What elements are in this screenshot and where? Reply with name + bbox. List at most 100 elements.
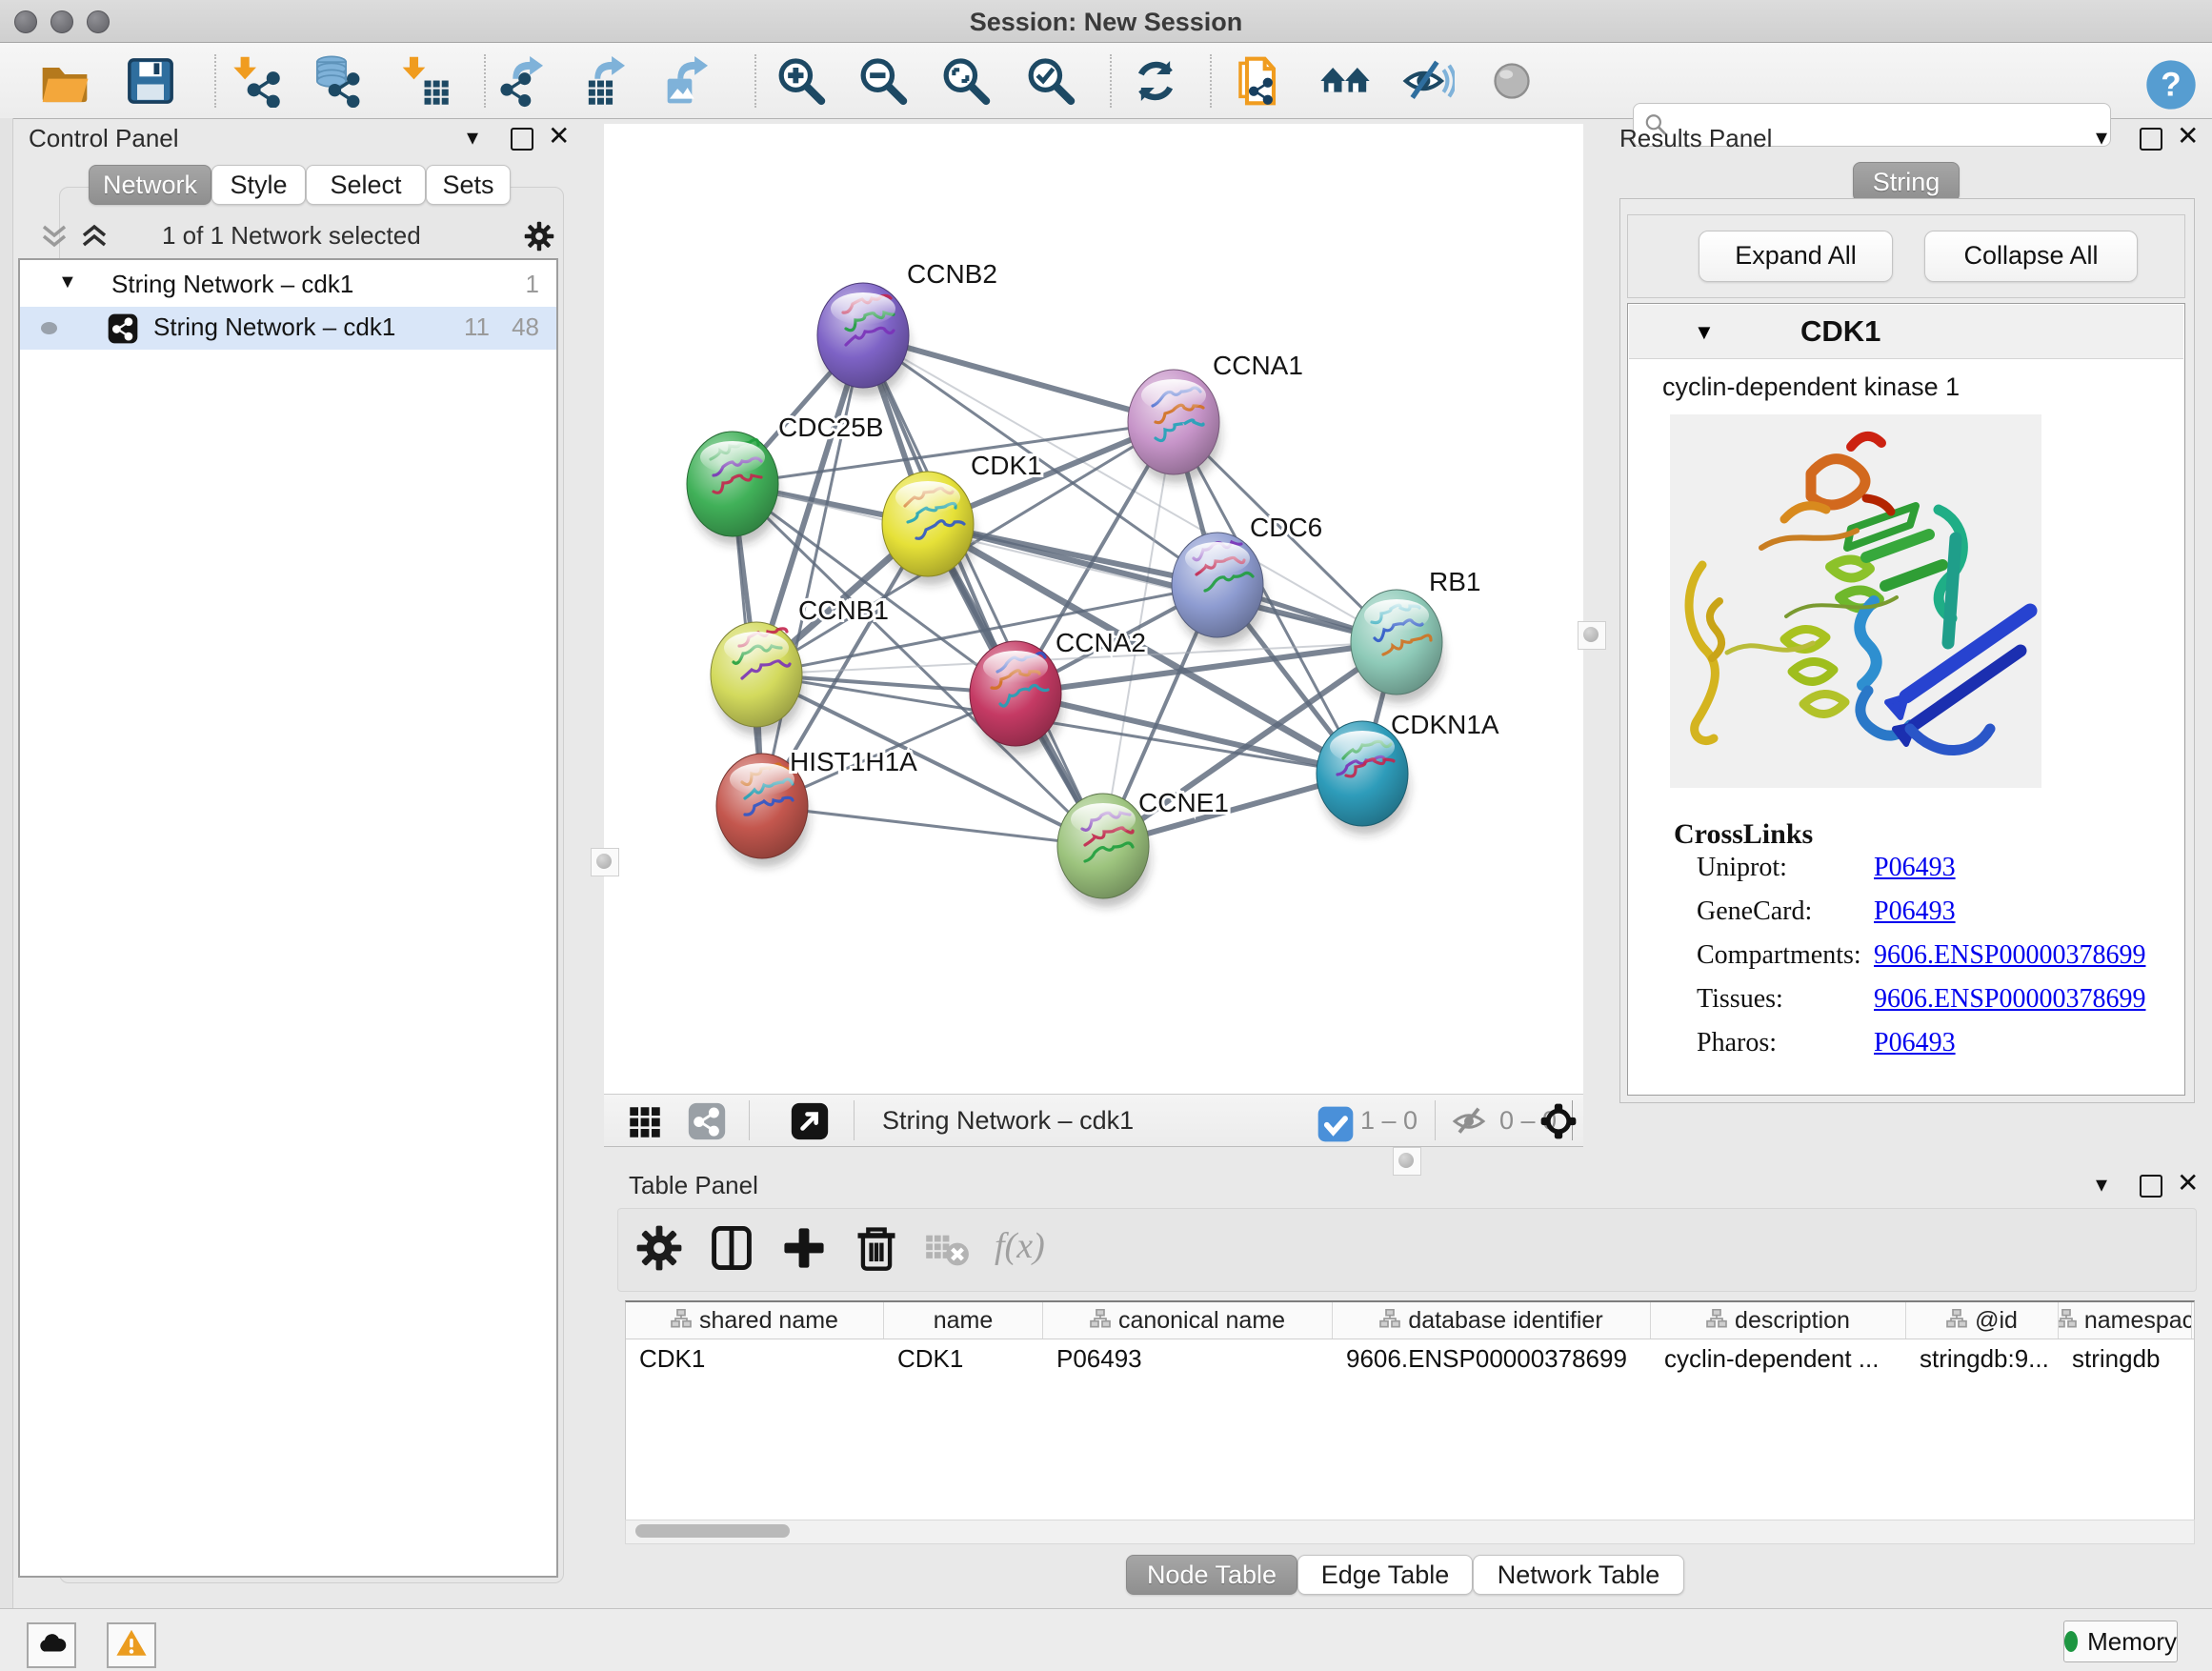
node-label-CDC25B: CDC25B [778, 413, 883, 442]
results-panel-maximize-icon[interactable] [2140, 128, 2162, 151]
network-node-CCNB1[interactable]: CCNB1 [711, 595, 889, 735]
left-splitter-handle[interactable] [591, 848, 619, 876]
detach-view-icon[interactable] [791, 1102, 829, 1140]
column-header-shared-name[interactable]: shared name [626, 1302, 884, 1339]
network-node-RB1[interactable]: RB1 [1351, 567, 1480, 703]
column-header-database-identifier[interactable]: database identifier [1333, 1302, 1651, 1339]
help-icon[interactable]: ? [2144, 58, 2198, 111]
network-collection-row[interactable]: ▼ String Network – cdk1 1 [20, 264, 556, 307]
tab-style[interactable]: Style [211, 165, 306, 205]
collapse-all-networks-icon[interactable] [38, 223, 70, 256]
table-horizontal-scrollbar[interactable] [625, 1520, 2195, 1544]
string-query-icon[interactable] [1234, 54, 1287, 108]
homes-icon[interactable] [1318, 54, 1372, 108]
column-header-namespac[interactable]: namespac [2059, 1302, 2192, 1339]
import-network-from-database-icon[interactable] [312, 54, 365, 108]
table-panel-maximize-icon[interactable] [2140, 1175, 2162, 1198]
column-header-description[interactable]: description [1651, 1302, 1906, 1339]
network-node-CDKN1A[interactable]: CDKN1A [1317, 710, 1499, 835]
crosslink-link[interactable]: 9606.ENSP00000378699 [1874, 984, 2145, 1015]
hide-eye-icon[interactable] [1401, 54, 1455, 108]
table-cell[interactable]: stringdb:9... [1920, 1344, 2053, 1374]
control-panel-close-icon[interactable]: ✕ [548, 120, 570, 151]
tab-network[interactable]: Network [89, 165, 211, 205]
zoom-fit-icon[interactable] [938, 54, 992, 108]
crosslinks-heading: CrossLinks [1674, 818, 1813, 851]
network-node-CCNA2[interactable]: CCNA2 [970, 628, 1146, 755]
network-row-selected[interactable]: String Network – cdk1 11 48 [20, 307, 556, 350]
export-image-icon[interactable] [663, 54, 716, 108]
tab-sets[interactable]: Sets [426, 165, 511, 205]
network-node-CDC6[interactable]: CDC6 [1172, 513, 1322, 646]
crosslink-link[interactable]: 9606.ENSP00000378699 [1874, 940, 2145, 971]
show-columns-icon[interactable] [707, 1223, 756, 1273]
export-table-icon[interactable] [580, 54, 633, 108]
import-network-icon[interactable] [231, 54, 285, 108]
expand-all-button[interactable]: Expand All [1699, 231, 1893, 282]
control-panel-maximize-icon[interactable] [511, 128, 533, 151]
results-panel-close-icon[interactable]: ✕ [2177, 120, 2199, 151]
grid-view-icon[interactable] [625, 1102, 663, 1140]
tree-column-icon [1090, 1307, 1111, 1335]
refresh-icon[interactable] [1129, 54, 1182, 108]
selected-checkbox-icon[interactable] [1317, 1105, 1347, 1136]
warnings-button[interactable] [107, 1622, 156, 1668]
tab-network-table[interactable]: Network Table [1473, 1555, 1684, 1595]
tab-edge-table[interactable]: Edge Table [1297, 1555, 1473, 1595]
table-settings-gear-icon[interactable] [634, 1223, 684, 1273]
zoom-out-icon[interactable] [855, 54, 909, 108]
viewbar-separator [749, 1100, 750, 1140]
crosslink-link[interactable]: P06493 [1874, 1028, 1956, 1058]
crosslink-link[interactable]: P06493 [1874, 896, 1956, 927]
network-canvas[interactable]: CCNB2CCNA1CDC25BCDK1CDC6RB1CCNB1CCNA2CDK… [604, 124, 1583, 1094]
column-header-name[interactable]: name [884, 1302, 1043, 1339]
tab-select[interactable]: Select [306, 165, 426, 205]
gene-collapse-arrow[interactable]: ▼ [1694, 320, 1715, 345]
network-edge[interactable] [762, 806, 1103, 846]
node-table[interactable]: shared namenamecanonical namedatabase id… [625, 1300, 2195, 1521]
fit-selected-crosshair-icon[interactable] [1539, 1102, 1578, 1140]
network-view-toolbar: String Network – cdk1 1 – 0 0 – 0 [604, 1094, 1583, 1147]
gene-card-header[interactable]: ▼ CDK1 [1629, 305, 2183, 359]
network-node-CDC25B[interactable]: CDC25B [687, 413, 883, 545]
column-header-canonical-name[interactable]: canonical name [1043, 1302, 1333, 1339]
memory-button[interactable]: Memory [2063, 1621, 2178, 1662]
add-column-icon[interactable] [779, 1223, 829, 1273]
results-tab-string[interactable]: String [1853, 162, 1960, 202]
zoom-selected-icon[interactable] [1023, 54, 1076, 108]
table-cell[interactable]: cyclin-dependent ... [1664, 1344, 1900, 1374]
network-options-gear-icon[interactable] [522, 219, 556, 253]
delete-column-icon[interactable] [852, 1223, 901, 1273]
network-graph[interactable]: CCNB2CCNA1CDC25BCDK1CDC6RB1CCNB1CCNA2CDK… [604, 124, 1583, 1094]
table-panel-float-icon[interactable]: ▾ [2096, 1171, 2107, 1198]
network-node-HIST1H1A[interactable]: HIST1H1A [716, 747, 917, 867]
scrollbar-thumb[interactable] [635, 1524, 790, 1538]
table-cell[interactable]: 9606.ENSP00000378699 [1346, 1344, 1645, 1374]
results-panel-float-icon[interactable]: ▾ [2096, 124, 2107, 151]
eye-icon [1485, 54, 1538, 108]
column-header--id[interactable]: @id [1906, 1302, 2059, 1339]
collection-expand-arrow[interactable]: ▼ [58, 272, 77, 293]
export-network-icon[interactable] [498, 54, 552, 108]
expand-all-networks-icon[interactable] [78, 223, 111, 256]
import-table-icon[interactable] [398, 54, 452, 108]
control-panel-float-icon[interactable]: ▾ [467, 124, 478, 151]
right-splitter-handle[interactable] [1578, 621, 1606, 650]
node-label-RB1: RB1 [1429, 567, 1480, 596]
table-cell[interactable]: P06493 [1056, 1344, 1327, 1374]
table-cell[interactable]: stringdb [2072, 1344, 2186, 1374]
save-session-icon[interactable] [124, 54, 177, 108]
open-session-icon[interactable] [38, 54, 91, 108]
tab-node-table[interactable]: Node Table [1126, 1555, 1297, 1595]
tree-column-icon [1706, 1307, 1727, 1335]
network-node-CCNE1[interactable]: CCNE1 [1057, 788, 1229, 907]
table-cell[interactable]: CDK1 [897, 1344, 1037, 1374]
gene-card: ▼ CDK1 cyclin-dependent kinase 1 [1627, 303, 2185, 1096]
crosslink-link[interactable]: P06493 [1874, 853, 1956, 883]
cloud-button[interactable] [27, 1622, 76, 1668]
table-panel-close-icon[interactable]: ✕ [2177, 1167, 2199, 1198]
collapse-all-button[interactable]: Collapse All [1924, 231, 2138, 282]
zoom-in-icon[interactable] [774, 54, 827, 108]
network-node-CCNB2[interactable]: CCNB2 [817, 259, 997, 396]
table-cell[interactable]: CDK1 [639, 1344, 878, 1374]
